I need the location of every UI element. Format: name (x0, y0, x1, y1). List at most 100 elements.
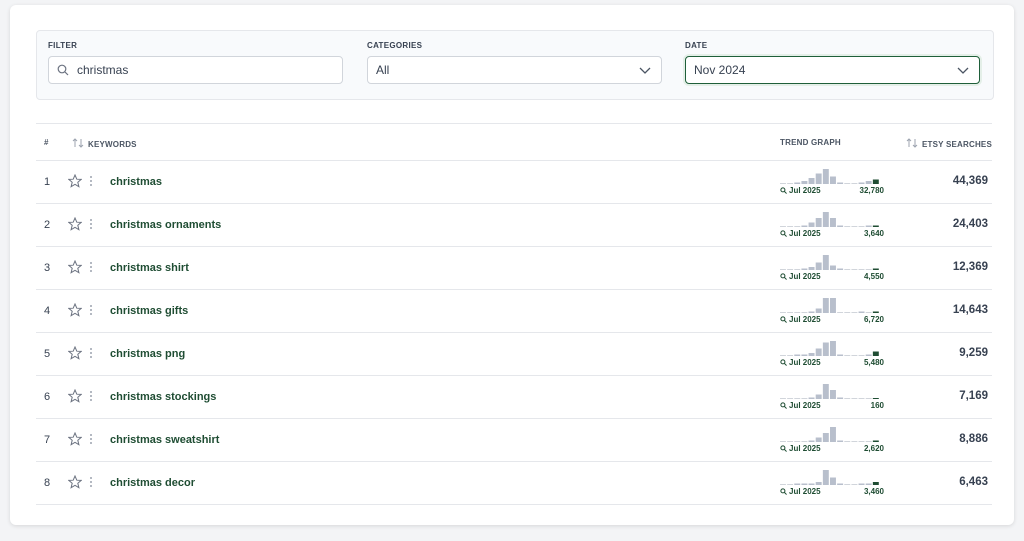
trend-bar (780, 269, 786, 270)
table-row[interactable]: 4 christmas gifts Jul 2025 6,720 14,643 (36, 290, 992, 333)
trend-bar (837, 268, 844, 270)
trend-bar (801, 354, 808, 356)
trend-month: Jul 2025 (780, 315, 821, 324)
trend-bars (780, 212, 879, 227)
keyword-link[interactable]: christmas (110, 176, 162, 188)
star-icon[interactable] (68, 174, 82, 188)
trend-bar (858, 182, 865, 184)
keyword-table: # KEYWORDS TREND GRAPH ETSY SEARCHES 1 c… (36, 123, 992, 505)
magnifier-icon (780, 273, 787, 280)
table-row[interactable]: 1 christmas Jul 2025 32,780 44,369 (36, 161, 992, 204)
trend-graph: Jul 2025 3,640 (780, 211, 884, 241)
keyword-link[interactable]: christmas ornaments (110, 219, 221, 231)
trend-bar (865, 483, 872, 485)
keyword-link[interactable]: christmas shirt (110, 262, 189, 274)
trend-bar (822, 212, 829, 227)
trend-bar (844, 269, 851, 270)
more-options-icon[interactable] (89, 346, 93, 360)
trend-month: Jul 2025 (780, 229, 821, 238)
filter-input[interactable]: christmas (48, 56, 343, 84)
trend-bar (830, 427, 836, 442)
table-row[interactable]: 3 christmas shirt Jul 2025 4,550 12,369 (36, 247, 992, 290)
row-number: 7 (44, 434, 51, 446)
keyword-link[interactable]: christmas stockings (110, 391, 216, 403)
trend-month-label: Jul 2025 (789, 487, 821, 496)
table-row[interactable]: 6 christmas stockings Jul 2025 160 7,169 (36, 376, 992, 419)
trend-bar (830, 390, 836, 399)
more-options-icon[interactable] (89, 303, 93, 317)
star-icon[interactable] (68, 260, 82, 274)
more-options-icon[interactable] (89, 217, 93, 231)
trend-bar (808, 483, 815, 485)
table-row[interactable]: 8 christmas decor Jul 2025 3,460 6,463 (36, 462, 992, 505)
etsy-searches-value: 9,259 (959, 347, 988, 359)
trend-bar (837, 483, 844, 485)
categories-select[interactable]: All (367, 56, 662, 84)
categories-value: All (376, 63, 390, 77)
trend-bar (794, 312, 801, 313)
trend-bar (794, 269, 801, 270)
trend-bar (801, 483, 808, 485)
trend-bar (837, 354, 844, 356)
trend-bar (815, 348, 822, 356)
trend-month: Jul 2025 (780, 487, 821, 496)
magnifier-icon (780, 316, 787, 323)
etsy-searches-value: 6,463 (959, 476, 988, 488)
trend-bar (830, 341, 836, 356)
star-icon[interactable] (68, 217, 82, 231)
trend-bar (794, 441, 801, 442)
trend-bar (830, 298, 836, 313)
filter-label: FILTER (48, 41, 78, 50)
keyword-link[interactable]: christmas decor (110, 477, 195, 489)
magnifier-icon (780, 445, 787, 452)
trend-bar (858, 441, 865, 442)
more-options-icon[interactable] (89, 432, 93, 446)
trend-graph: Jul 2025 160 (780, 383, 884, 413)
trend-current-value: 4,550 (863, 272, 884, 281)
keyword-link[interactable]: christmas gifts (110, 305, 188, 317)
trend-bar (780, 484, 786, 485)
trend-bar (801, 312, 808, 313)
trend-bar (851, 269, 858, 270)
date-select[interactable]: Nov 2024 (685, 56, 980, 84)
trend-bar (830, 477, 836, 485)
row-number: 6 (44, 391, 51, 403)
trend-bar (815, 482, 822, 485)
header-searches[interactable]: ETSY SEARCHES (906, 138, 992, 149)
table-row[interactable]: 5 christmas png Jul 2025 5,480 9,259 (36, 333, 992, 376)
more-options-icon[interactable] (89, 475, 93, 489)
date-label: DATE (685, 41, 708, 50)
trend-bar (837, 397, 844, 399)
table-row[interactable]: 2 christmas ornaments Jul 2025 3,640 24,… (36, 204, 992, 247)
header-keywords[interactable]: KEYWORDS (72, 138, 137, 149)
trend-bar (822, 342, 829, 356)
trend-bar (815, 437, 822, 442)
table-row[interactable]: 7 christmas sweatshirt Jul 2025 2,620 8,… (36, 419, 992, 462)
more-options-icon[interactable] (89, 174, 93, 188)
date-group: DATE Nov 2024 (685, 41, 980, 84)
trend-bar (822, 470, 829, 485)
trend-bars (780, 384, 879, 399)
trend-bar (858, 355, 865, 356)
star-icon[interactable] (68, 303, 82, 317)
trend-bar (787, 312, 794, 313)
keyword-link[interactable]: christmas png (110, 348, 185, 360)
trend-bar (808, 178, 815, 184)
star-icon[interactable] (68, 346, 82, 360)
star-icon[interactable] (68, 389, 82, 403)
filter-group: FILTER christmas (48, 41, 343, 84)
star-icon[interactable] (68, 475, 82, 489)
trend-bar (858, 398, 865, 399)
trend-month-label: Jul 2025 (789, 229, 821, 238)
more-options-icon[interactable] (89, 389, 93, 403)
more-options-icon[interactable] (89, 260, 93, 274)
trend-bar (794, 398, 801, 399)
trend-graph: Jul 2025 4,550 (780, 254, 884, 284)
keyword-link[interactable]: christmas sweatshirt (110, 434, 219, 446)
trend-bar (872, 179, 879, 184)
trend-bar (780, 441, 786, 442)
trend-bar (780, 183, 786, 184)
trend-bar (844, 183, 851, 184)
trend-bar (865, 354, 872, 356)
star-icon[interactable] (68, 432, 82, 446)
